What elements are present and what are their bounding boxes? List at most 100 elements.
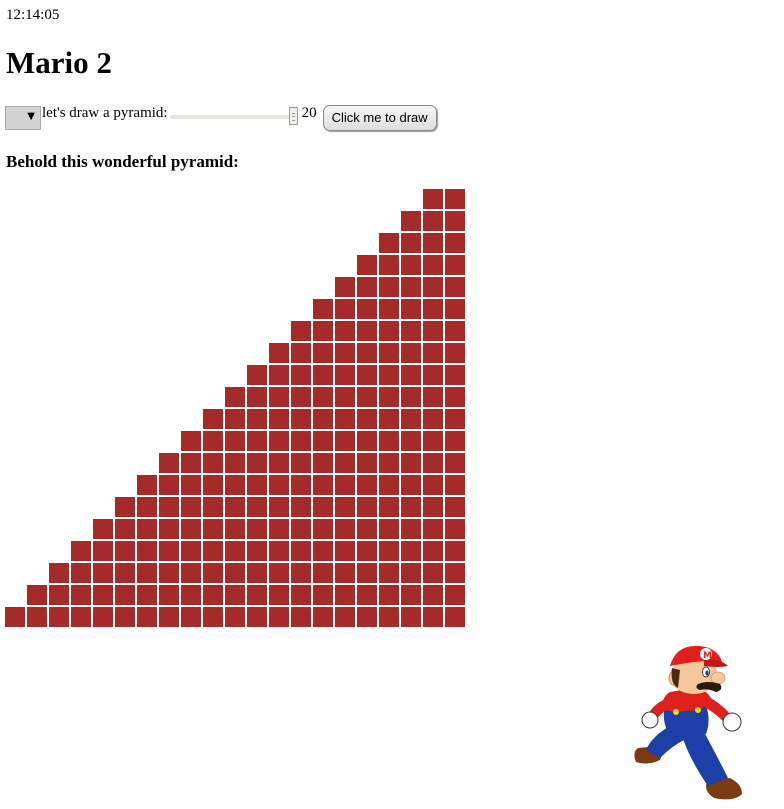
- pyramid-brick: [203, 563, 223, 583]
- pyramid-brick: [357, 541, 377, 561]
- pyramid-brick: [225, 409, 245, 429]
- pyramid-brick: [379, 431, 399, 451]
- pyramid-brick: [159, 585, 179, 605]
- pyramid-brick: [181, 475, 201, 495]
- pyramid-brick: [423, 431, 443, 451]
- pyramid-brick: [115, 607, 135, 627]
- pyramid-brick: [181, 497, 201, 517]
- pyramid-brick: [445, 299, 465, 319]
- pyramid-brick: [49, 607, 69, 627]
- slider-value: 20: [301, 104, 317, 121]
- pyramid-brick: [379, 233, 399, 253]
- pyramid-brick: [225, 453, 245, 473]
- pyramid-brick: [379, 387, 399, 407]
- pyramid-brick: [335, 453, 355, 473]
- mario-running-icon: M: [634, 645, 742, 800]
- pyramid-brick: [291, 409, 311, 429]
- pyramid-brick: [423, 563, 443, 583]
- pyramid-brick: [71, 541, 91, 561]
- pyramid-brick: [445, 211, 465, 231]
- pyramid-brick: [401, 563, 421, 583]
- pyramid-brick: [137, 563, 157, 583]
- pyramid-brick: [313, 541, 333, 561]
- pyramid-brick: [225, 475, 245, 495]
- pyramid-brick: [137, 541, 157, 561]
- pyramid-brick: [357, 277, 377, 297]
- pyramid-brick: [269, 541, 289, 561]
- pyramid-brick: [225, 497, 245, 517]
- pyramid-brick: [203, 585, 223, 605]
- pyramid-brick: [357, 607, 377, 627]
- pyramid-brick: [27, 585, 47, 605]
- pyramid-brick: [71, 585, 91, 605]
- pyramid-brick: [401, 321, 421, 341]
- pyramid-brick: [445, 497, 465, 517]
- pyramid-brick: [181, 585, 201, 605]
- pyramid-brick: [137, 475, 157, 495]
- pyramid-brick: [225, 585, 245, 605]
- pyramid-brick: [93, 519, 113, 539]
- pyramid-brick: [445, 409, 465, 429]
- pyramid-brick: [335, 431, 355, 451]
- pyramid-canvas: [5, 189, 465, 627]
- draw-button[interactable]: Click me to draw: [322, 104, 437, 131]
- pyramid-brick: [159, 541, 179, 561]
- pyramid-brick: [313, 475, 333, 495]
- pyramid-brick: [93, 607, 113, 627]
- pyramid-brick: [49, 563, 69, 583]
- pyramid-label: let's draw a pyramid:: [42, 104, 168, 121]
- pyramid-brick: [423, 387, 443, 407]
- pyramid-brick: [313, 299, 333, 319]
- pyramid-brick: [445, 563, 465, 583]
- pyramid-brick: [225, 563, 245, 583]
- pyramid-brick: [137, 585, 157, 605]
- pyramid-brick: [291, 453, 311, 473]
- pyramid-brick: [357, 453, 377, 473]
- height-slider[interactable]: [169, 104, 298, 128]
- pyramid-brick: [423, 321, 443, 341]
- pyramid-brick: [313, 519, 333, 539]
- pyramid-brick: [401, 365, 421, 385]
- pyramid-brick: [401, 541, 421, 561]
- pyramid-brick: [379, 607, 399, 627]
- pyramid-brick: [423, 475, 443, 495]
- pyramid-brick: [401, 343, 421, 363]
- pyramid-brick: [423, 541, 443, 561]
- pyramid-brick: [269, 475, 289, 495]
- pyramid-brick: [379, 519, 399, 539]
- pyramid-brick: [269, 585, 289, 605]
- pyramid-brick: [445, 365, 465, 385]
- pyramid-brick: [225, 387, 245, 407]
- pyramid-brick: [269, 365, 289, 385]
- pyramid-brick: [291, 321, 311, 341]
- pyramid-brick: [269, 607, 289, 627]
- clock-time: 12:14:05: [6, 7, 60, 23]
- pyramid-brick: [203, 431, 223, 451]
- pyramid-brick: [423, 585, 443, 605]
- pyramid-brick: [247, 365, 267, 385]
- pyramid-brick: [401, 409, 421, 429]
- pyramid-brick: [335, 585, 355, 605]
- pyramid-brick: [181, 563, 201, 583]
- pyramid-brick: [291, 343, 311, 363]
- pyramid-brick: [445, 431, 465, 451]
- pyramid-brick: [247, 431, 267, 451]
- pyramid-brick: [401, 299, 421, 319]
- pyramid-brick: [335, 365, 355, 385]
- pyramid-brick: [159, 475, 179, 495]
- pyramid-brick: [335, 475, 355, 495]
- pyramid-brick: [313, 409, 333, 429]
- pyramid-brick: [335, 277, 355, 297]
- pyramid-brick: [181, 431, 201, 451]
- pyramid-brick: [379, 365, 399, 385]
- pyramid-brick: [225, 607, 245, 627]
- pyramid-brick: [335, 519, 355, 539]
- pyramid-brick: [313, 453, 333, 473]
- pyramid-brick: [291, 519, 311, 539]
- pyramid-brick: [401, 277, 421, 297]
- pyramid-brick: [401, 211, 421, 231]
- pyramid-brick: [247, 409, 267, 429]
- pyramid-brick: [445, 475, 465, 495]
- brick-select[interactable]: ▼: [5, 106, 41, 130]
- slider-thumb[interactable]: [288, 107, 298, 125]
